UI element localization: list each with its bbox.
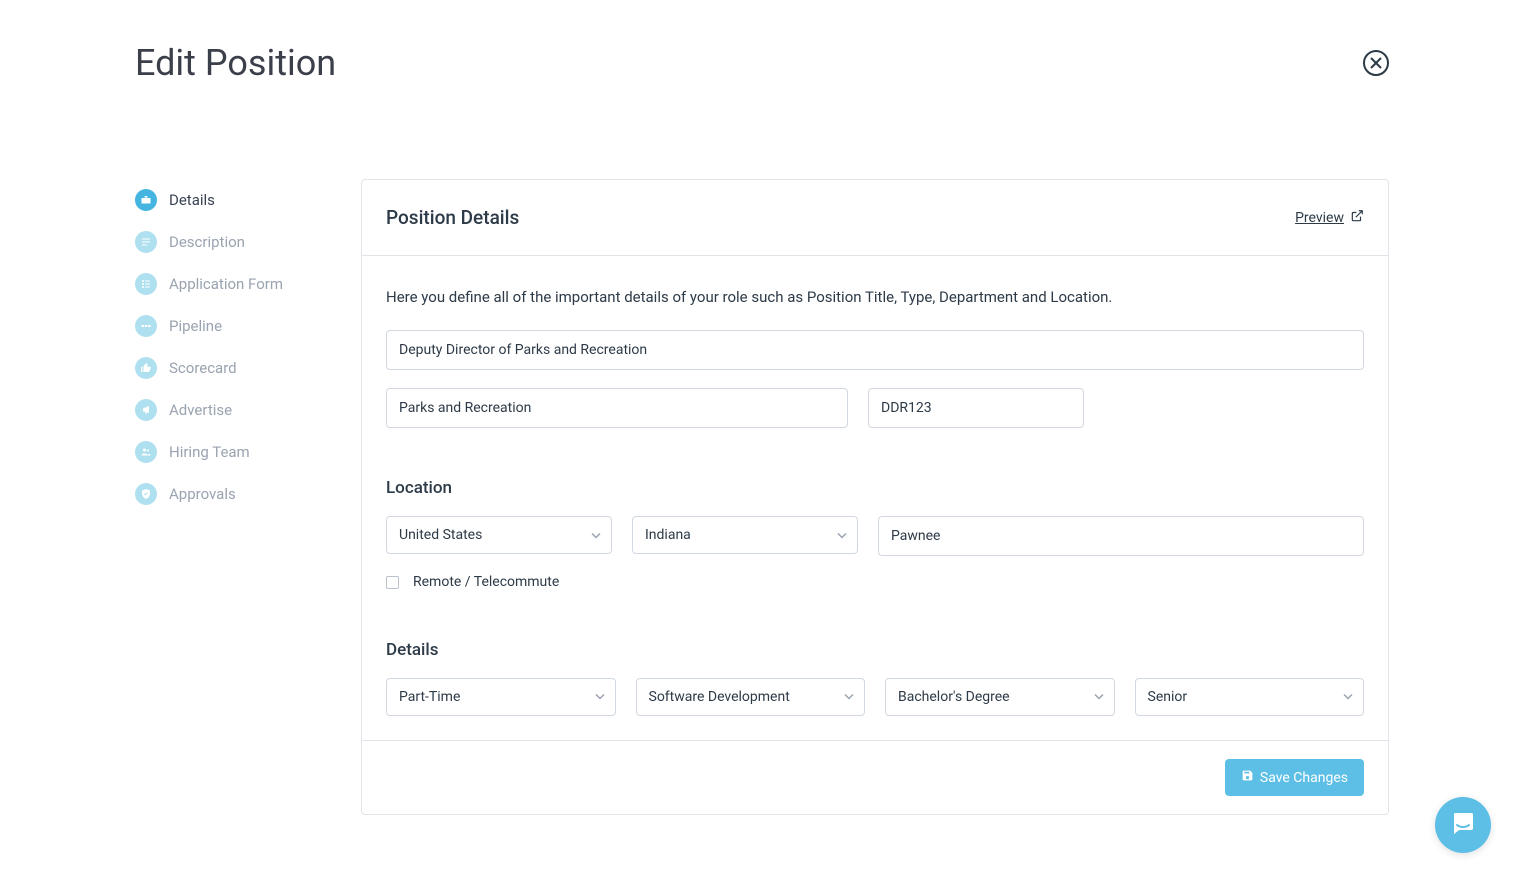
save-button-label: Save Changes [1260,770,1348,786]
intro-text: Here you define all of the important det… [386,288,1364,306]
location-section-label: Location [386,478,1364,498]
page-title: Edit Position [135,42,336,84]
remote-checkbox[interactable] [386,576,399,589]
sidebar-item-label: Approvals [169,485,236,503]
sidebar-item-application-form[interactable]: Application Form [135,263,325,305]
sidebar-item-label: Advertise [169,401,232,419]
sidebar-item-label: Hiring Team [169,443,250,461]
sidebar-item-pipeline[interactable]: Pipeline [135,305,325,347]
department-input[interactable] [386,388,848,428]
sidebar: Details Description Application Form Pip… [135,179,325,815]
people-icon [135,441,157,463]
save-icon [1241,769,1254,786]
remote-checkbox-label: Remote / Telecommute [413,574,559,590]
city-input[interactable] [878,516,1364,556]
sidebar-item-details[interactable]: Details [135,179,325,221]
sidebar-item-label: Application Form [169,275,283,293]
sidebar-item-hiring-team[interactable]: Hiring Team [135,431,325,473]
position-title-input[interactable] [386,330,1364,370]
main-panel: Position Details Preview Here you define… [361,179,1389,815]
megaphone-icon [135,399,157,421]
panel-title: Position Details [386,206,519,229]
save-changes-button[interactable]: Save Changes [1225,759,1364,796]
position-code-input[interactable] [868,388,1084,428]
pipeline-icon [135,315,157,337]
sidebar-item-label: Details [169,191,215,209]
education-select[interactable]: Bachelor's Degree [885,678,1115,716]
sidebar-item-approvals[interactable]: Approvals [135,473,325,515]
experience-select[interactable]: Senior [1135,678,1365,716]
preview-link[interactable]: Preview [1295,209,1364,227]
sidebar-item-label: Scorecard [169,359,237,377]
state-select[interactable]: Indiana [632,516,858,554]
sidebar-item-description[interactable]: Description [135,221,325,263]
form-icon [135,273,157,295]
sidebar-item-label: Description [169,233,245,251]
sidebar-item-advertise[interactable]: Advertise [135,389,325,431]
intercom-launcher[interactable] [1435,797,1491,853]
check-shield-icon [135,483,157,505]
sidebar-item-scorecard[interactable]: Scorecard [135,347,325,389]
list-icon [135,231,157,253]
thumbs-up-icon [135,357,157,379]
preview-link-label: Preview [1295,210,1344,226]
details-section-label: Details [386,640,1364,660]
country-select[interactable]: United States [386,516,612,554]
chat-icon [1449,809,1477,841]
sidebar-item-label: Pipeline [169,317,222,335]
close-button[interactable] [1363,50,1389,76]
close-icon [1370,54,1382,73]
employment-type-select[interactable]: Part-Time [386,678,616,716]
external-link-icon [1350,209,1364,227]
briefcase-icon [135,189,157,211]
category-select[interactable]: Software Development [636,678,866,716]
